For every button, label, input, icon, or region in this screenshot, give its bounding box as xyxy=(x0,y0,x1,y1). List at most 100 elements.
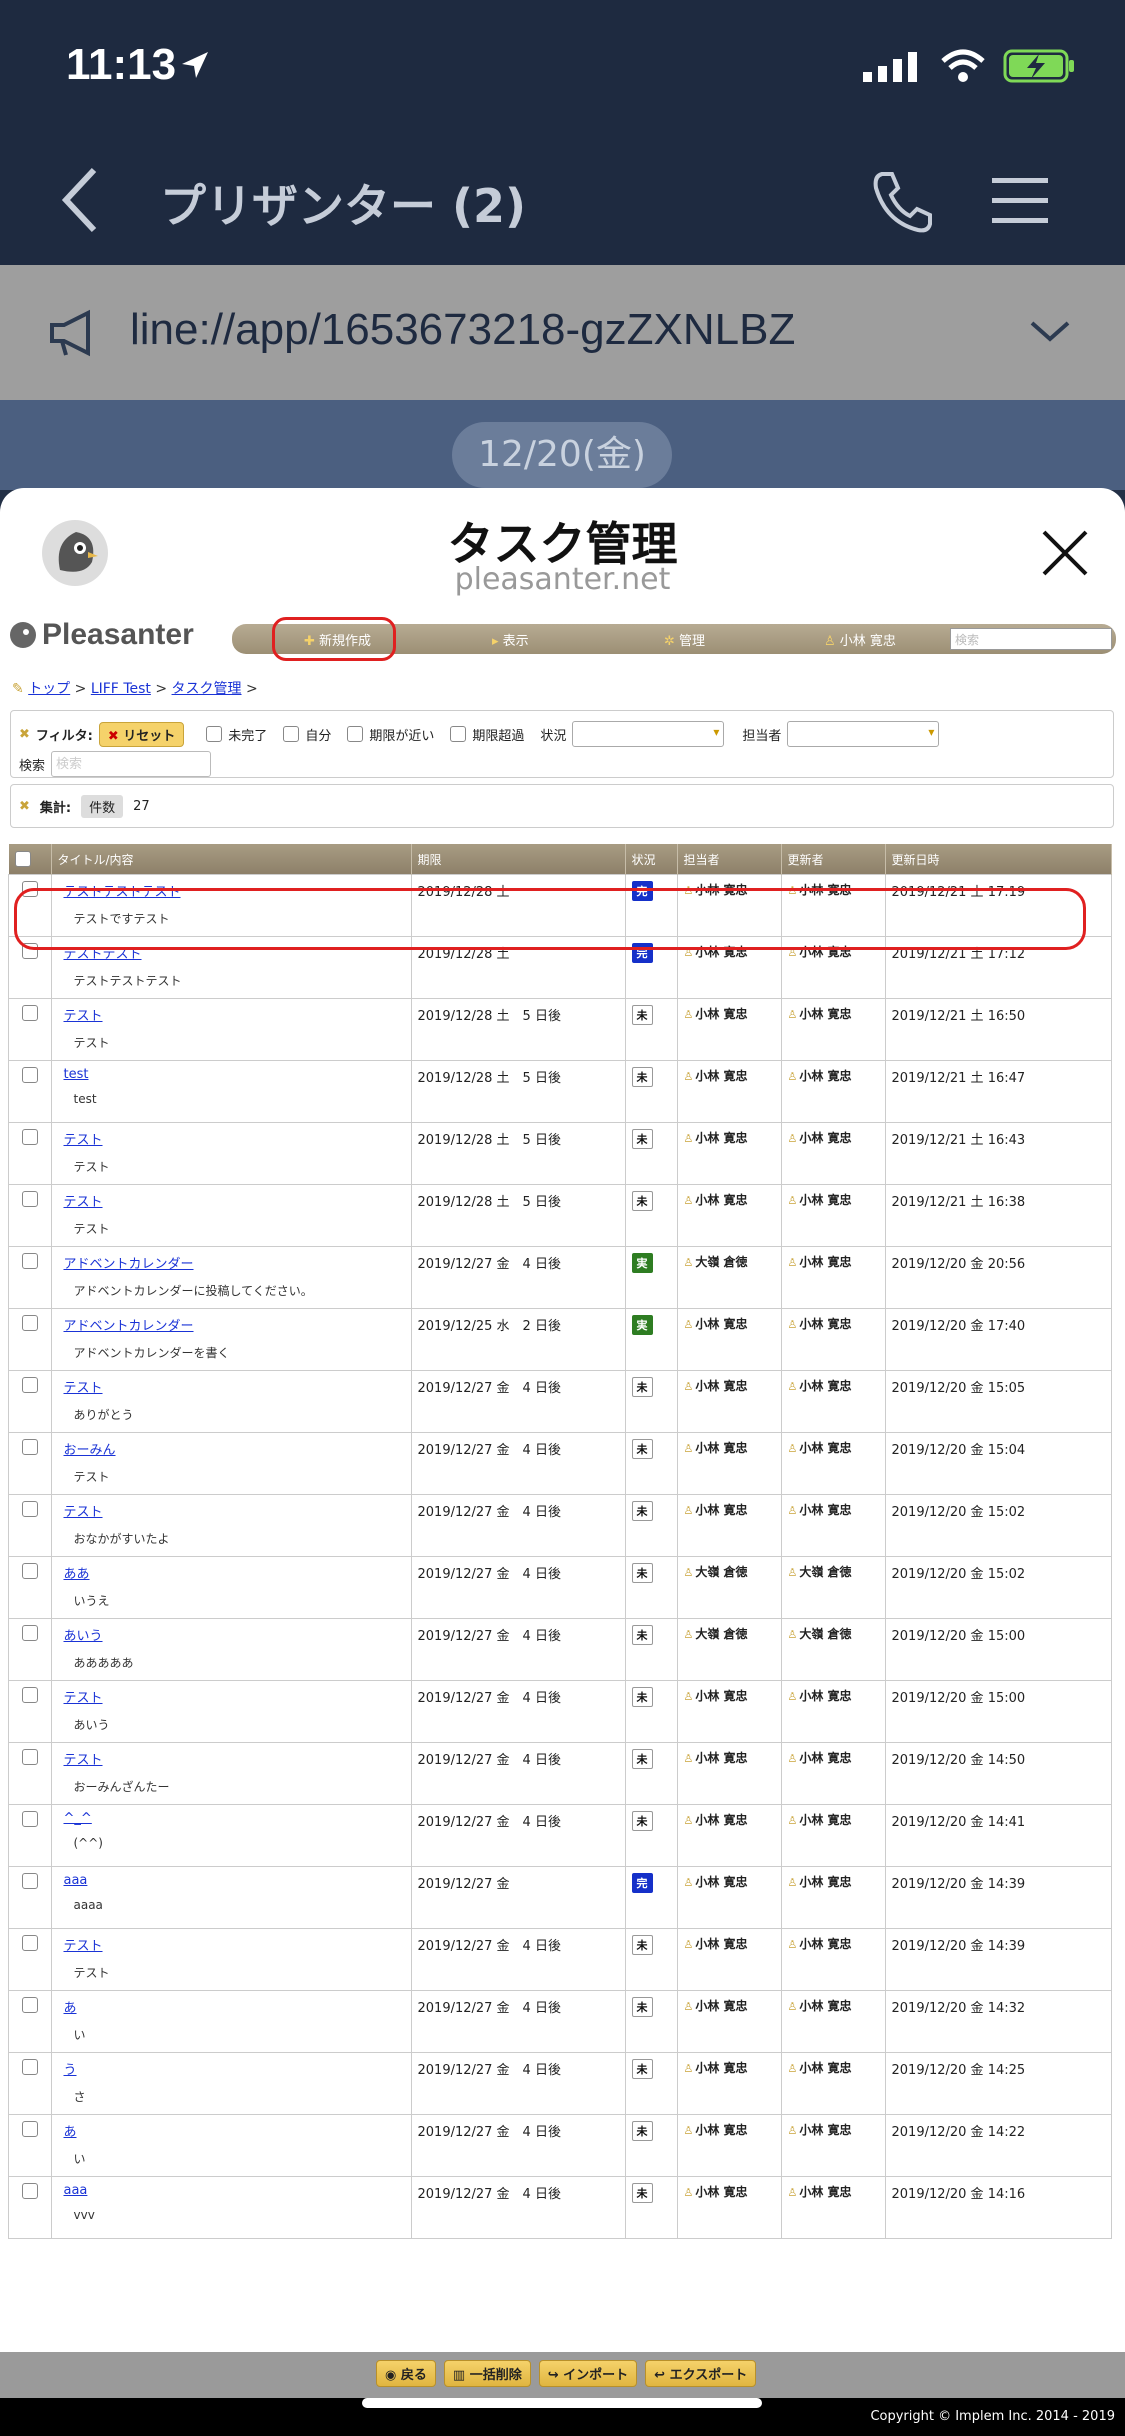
task-title-link[interactable]: おーみん xyxy=(64,1439,405,1458)
table-row[interactable]: テストテスト2019/12/28 土 5 日後未小林 寛忠小林 寛忠2019/1… xyxy=(8,1184,1112,1247)
table-row[interactable]: アドベントカレンダー アドベントカレンダーを書く 2019/12/25 水 2 日後… xyxy=(8,1308,1112,1371)
task-title-link[interactable]: テスト xyxy=(64,1377,405,1396)
export-button[interactable]: ↩ エクスポート xyxy=(645,2360,757,2387)
row-checkbox[interactable] xyxy=(21,1439,38,1455)
table-row[interactable]: ああいうえ2019/12/27 金 4 日後未大嶺 倉徳大嶺 倉徳2019/12… xyxy=(8,1556,1112,1619)
nav-admin[interactable]: ✲ 管理 xyxy=(664,630,705,649)
phone-icon[interactable] xyxy=(868,168,934,234)
row-checkbox[interactable] xyxy=(21,1501,38,1517)
nav-view[interactable]: ▸ 表示 xyxy=(492,630,529,649)
row-checkbox[interactable] xyxy=(21,1873,38,1889)
task-title-link[interactable]: テスト xyxy=(64,1687,405,1706)
task-title-link[interactable]: テスト xyxy=(64,1501,405,1520)
table-row[interactable]: テストテスト2019/12/27 金 4 日後未小林 寛忠小林 寛忠2019/1… xyxy=(8,1928,1112,1991)
row-checkbox[interactable] xyxy=(21,1687,38,1703)
task-title-link[interactable]: aaa xyxy=(64,1873,405,1888)
status-select[interactable] xyxy=(572,721,725,747)
row-checkbox[interactable] xyxy=(21,1253,38,1269)
row-checkbox[interactable] xyxy=(21,1625,38,1641)
task-title-link[interactable]: ^_^ xyxy=(64,1811,405,1826)
col-status[interactable]: 状況 xyxy=(625,844,678,875)
table-row[interactable]: あい2019/12/27 金 4 日後未小林 寛忠小林 寛忠2019/12/20… xyxy=(8,2114,1112,2177)
col-updated[interactable]: 更新日時 xyxy=(885,844,1112,875)
table-row[interactable]: あい2019/12/27 金 4 日後未小林 寛忠小林 寛忠2019/12/20… xyxy=(8,1990,1112,2053)
task-title-link[interactable]: アドベントカレンダー xyxy=(64,1315,405,1334)
announcement-url[interactable]: line://app/1653673218-gzZXNLBZ xyxy=(130,305,795,355)
updated-cell: 2019/12/20 金 14:39 xyxy=(884,1928,1112,1991)
row-checkbox[interactable] xyxy=(21,1315,38,1331)
chevron-down-icon[interactable] xyxy=(1028,317,1072,345)
col-due[interactable]: 期限 xyxy=(411,844,626,875)
table-row[interactable]: テストおなかがすいたよ2019/12/27 金 4 日後未小林 寛忠小林 寛忠2… xyxy=(8,1494,1112,1557)
status-badge: 完 xyxy=(631,1873,653,1893)
status-cell: 未 xyxy=(624,1370,678,1433)
task-title-link[interactable]: あ xyxy=(64,2121,405,2140)
table-row[interactable]: おーみんテスト2019/12/27 金 4 日後未小林 寛忠小林 寛忠2019/… xyxy=(8,1432,1112,1495)
row-checkbox[interactable] xyxy=(21,1067,38,1083)
row-checkbox[interactable] xyxy=(21,1191,38,1207)
import-button[interactable]: ↪ インポート xyxy=(538,2360,638,2387)
nav-user[interactable]: ♙ 小林 寛忠 xyxy=(824,630,896,649)
row-checkbox[interactable] xyxy=(21,1749,38,1765)
breadcrumb-tasks[interactable]: タスク管理 xyxy=(172,681,242,697)
col-assignee[interactable]: 担当者 xyxy=(677,844,782,875)
task-title-link[interactable]: ああ xyxy=(64,1563,405,1582)
home-indicator[interactable] xyxy=(362,2398,762,2408)
row-checkbox[interactable] xyxy=(21,1129,38,1145)
table-row[interactable]: アドベントカレンダー アドベントカレンダーに投稿してください。 2019/12/27… xyxy=(8,1246,1112,1309)
row-checkbox[interactable] xyxy=(21,2059,38,2075)
col-title[interactable]: タイトル/内容 xyxy=(51,844,412,875)
overdue-checkbox[interactable] xyxy=(450,726,467,742)
table-row[interactable]: test test 2019/12/28 土 5 日後未 小林 寛忠 小林 寛忠 2019… xyxy=(8,1060,1112,1123)
task-title-link[interactable]: テスト xyxy=(64,1005,405,1024)
back-chevron-icon[interactable] xyxy=(58,164,102,236)
task-title-link[interactable]: テスト xyxy=(64,1749,405,1768)
task-title-link[interactable]: test xyxy=(64,1067,405,1082)
table-row[interactable]: テストテスト2019/12/28 土 5 日後未小林 寛忠小林 寛忠2019/1… xyxy=(8,1122,1112,1185)
select-all-checkbox[interactable] xyxy=(14,851,31,867)
row-checkbox[interactable] xyxy=(21,1997,38,2013)
nav-search-input[interactable]: 検索 xyxy=(950,628,1112,650)
task-title-link[interactable]: テスト xyxy=(64,1935,405,1954)
row-checkbox[interactable] xyxy=(21,1935,38,1951)
col-updater[interactable]: 更新者 xyxy=(781,844,886,875)
breadcrumb-liff[interactable]: LIFF Test xyxy=(91,681,151,697)
row-checkbox[interactable] xyxy=(21,1563,38,1579)
pleasanter-logo[interactable]: Pleasanter xyxy=(8,618,194,652)
select-all-header[interactable] xyxy=(8,844,52,875)
task-title-link[interactable]: aaa xyxy=(64,2183,405,2198)
assignee-select[interactable] xyxy=(787,721,940,747)
row-checkbox[interactable] xyxy=(21,1811,38,1827)
row-checkbox[interactable] xyxy=(21,1377,38,1393)
back-button[interactable]: ◉ 戻る xyxy=(376,2360,436,2387)
status-badge: 未 xyxy=(631,1377,653,1397)
table-row[interactable]: テストあいう2019/12/27 金 4 日後未小林 寛忠小林 寛忠2019/1… xyxy=(8,1680,1112,1743)
table-row[interactable]: あいうあああああ2019/12/27 金 4 日後未大嶺 倉徳大嶺 倉徳2019… xyxy=(8,1618,1112,1681)
table-row[interactable]: うさ2019/12/27 金 4 日後未小林 寛忠小林 寛忠2019/12/20… xyxy=(8,2052,1112,2115)
row-checkbox[interactable] xyxy=(21,2121,38,2137)
menu-icon[interactable] xyxy=(992,176,1048,226)
task-title-link[interactable]: あいう xyxy=(64,1625,405,1644)
table-row[interactable]: テストありがとう2019/12/27 金 4 日後未小林 寛忠小林 寛忠2019… xyxy=(8,1370,1112,1433)
self-checkbox[interactable] xyxy=(283,726,300,742)
table-row[interactable]: テストテスト2019/12/28 土 5 日後未小林 寛忠小林 寛忠2019/1… xyxy=(8,998,1112,1061)
row-checkbox[interactable] xyxy=(21,2183,38,2199)
bulk-delete-button[interactable]: ▥ 一括削除 xyxy=(443,2360,531,2387)
filter-search-input[interactable]: 検索 xyxy=(51,751,212,777)
table-row[interactable]: ^_^ (^^) 2019/12/27 金 4 日後未 小林 寛忠 小林 寛忠 2019/… xyxy=(8,1804,1112,1867)
task-title-link[interactable]: テスト xyxy=(64,1129,405,1148)
task-title-link[interactable]: う xyxy=(64,2059,405,2078)
table-row[interactable]: テストおーみんざんたー2019/12/27 金 4 日後未小林 寛忠小林 寛忠2… xyxy=(8,1742,1112,1805)
row-checkbox[interactable] xyxy=(21,1005,38,1021)
task-title-link[interactable]: テスト xyxy=(64,1191,405,1210)
table-row[interactable]: aaaaaaa2019/12/27 金完小林 寛忠小林 寛忠2019/12/20… xyxy=(8,1866,1112,1929)
near-deadline-checkbox[interactable] xyxy=(347,726,364,742)
breadcrumb-top[interactable]: トップ xyxy=(28,681,70,697)
close-icon[interactable] xyxy=(1040,528,1090,578)
task-title-link[interactable]: アドベントカレンダー xyxy=(64,1253,405,1272)
task-title-link[interactable]: あ xyxy=(64,1997,405,2016)
reset-button[interactable]: ✖ リセット xyxy=(98,721,185,747)
incomplete-checkbox[interactable] xyxy=(206,726,223,742)
announcement-bar[interactable]: line://app/1653673218-gzZXNLBZ xyxy=(0,265,1125,400)
table-row[interactable]: aaa vvv 2019/12/27 金 4 日後未 小林 寛忠 小林 寛忠 2019/1… xyxy=(8,2176,1112,2239)
